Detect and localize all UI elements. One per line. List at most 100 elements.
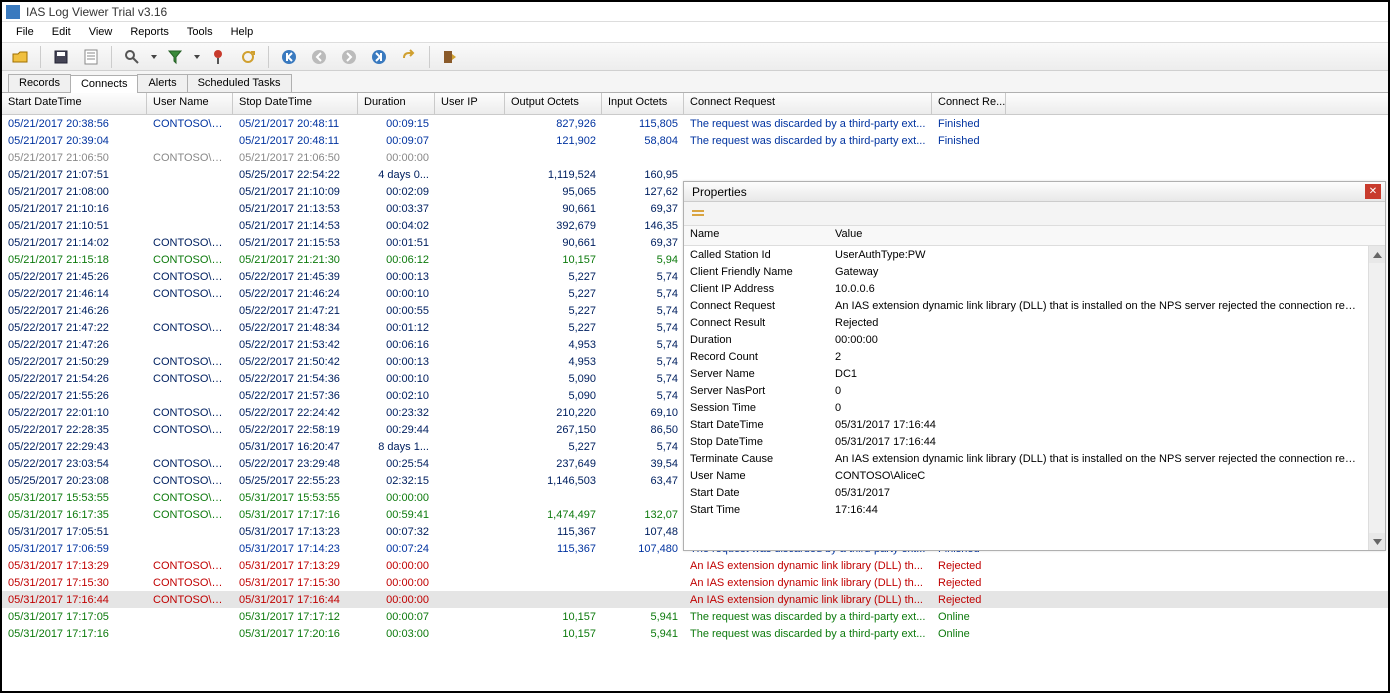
prop-col-name[interactable]: Name [684,226,829,245]
menu-tools[interactable]: Tools [179,24,221,40]
column-header[interactable]: Output Octets [505,93,602,114]
prop-col-value[interactable]: Value [829,226,1385,245]
table-row[interactable]: 05/21/2017 21:06:50CONTOSO\AliceC05/21/2… [2,149,1388,166]
filter-button[interactable] [163,45,187,69]
cell: 05/22/2017 21:54:36 [233,372,358,386]
cell: 5,74 [602,389,684,403]
cell: 05/22/2017 21:48:34 [233,321,358,335]
marker-button[interactable] [206,45,230,69]
cell: 05/21/2017 20:38:56 [2,117,147,131]
categorize-icon[interactable] [688,204,708,224]
cell: 05/22/2017 21:57:36 [233,389,358,403]
menu-reports[interactable]: Reports [122,24,177,40]
cell: 05/31/2017 17:17:05 [2,610,147,624]
scroll-down-icon[interactable] [1369,533,1385,550]
property-row[interactable]: Duration00:00:00 [684,331,1368,348]
tab-connects[interactable]: Connects [70,75,138,93]
titlebar: IAS Log Viewer Trial v3.16 [2,2,1388,22]
column-header[interactable]: User Name [147,93,233,114]
refresh-button[interactable] [236,45,260,69]
table-row[interactable]: 05/21/2017 20:38:56CONTOSO\AliceC05/21/2… [2,115,1388,132]
property-row[interactable]: Connect RequestAn IAS extension dynamic … [684,297,1368,314]
property-name: Session Time [684,401,829,415]
cell [147,310,233,312]
menu-edit[interactable]: Edit [44,24,79,40]
column-header[interactable]: User IP [435,93,505,114]
cell: CONTOSO\AliceC [147,508,233,522]
cell: 392,679 [505,219,602,233]
property-row[interactable]: Client IP Address10.0.0.6 [684,280,1368,297]
table-row[interactable]: 05/21/2017 20:39:0405/21/2017 20:48:1100… [2,132,1388,149]
table-row[interactable]: 05/31/2017 17:15:30CONTOSO\AliceC05/31/2… [2,574,1388,591]
column-header[interactable]: Start DateTime [2,93,147,114]
menu-help[interactable]: Help [223,24,262,40]
property-row[interactable]: Called Station IdUserAuthType:PW [684,246,1368,263]
scrollbar[interactable] [1368,246,1385,550]
properties-body[interactable]: Called Station IdUserAuthType:PWClient F… [684,246,1385,550]
table-row[interactable]: 05/31/2017 17:17:1605/31/2017 17:20:1600… [2,625,1388,642]
property-row[interactable]: Server NasPort0 [684,382,1368,399]
tab-scheduled-tasks[interactable]: Scheduled Tasks [187,74,292,92]
cell: 1,119,524 [505,168,602,182]
property-value: 05/31/2017 17:16:44 [829,435,1368,449]
cell: An IAS extension dynamic link library (D… [684,593,932,607]
property-row[interactable]: Start Date05/31/2017 [684,484,1368,501]
menu-file[interactable]: File [8,24,42,40]
property-row[interactable]: Session Time0 [684,399,1368,416]
menu-view[interactable]: View [81,24,121,40]
property-name: Server Name [684,367,829,381]
property-row[interactable]: Start Time17:16:44 [684,501,1368,518]
column-header[interactable]: Connect Request [684,93,932,114]
property-row[interactable]: Start DateTime05/31/2017 17:16:44 [684,416,1368,433]
exit-button[interactable] [438,45,462,69]
cell: 1,474,497 [505,508,602,522]
find-dropdown-icon[interactable] [151,55,157,59]
properties-titlebar[interactable]: Properties ✕ [684,182,1385,202]
property-row[interactable]: Server NameDC1 [684,365,1368,382]
cell: 210,220 [505,406,602,420]
column-header[interactable]: Duration [358,93,435,114]
save-button[interactable] [49,45,73,69]
filter-dropdown-icon[interactable] [194,55,200,59]
property-row[interactable]: Connect ResultRejected [684,314,1368,331]
cell: 115,805 [602,117,684,131]
cell: 5,941 [602,610,684,624]
find-button[interactable] [120,45,144,69]
redo-button[interactable] [397,45,421,69]
nav-next-button[interactable] [337,45,361,69]
table-row[interactable]: 05/31/2017 17:16:44CONTOSO\AliceC05/31/2… [2,591,1388,608]
table-row[interactable]: 05/31/2017 17:13:29CONTOSO\AliceC05/31/2… [2,557,1388,574]
property-row[interactable]: Client Friendly NameGateway [684,263,1368,280]
cell: 05/25/2017 20:23:08 [2,474,147,488]
cell: 00:00:00 [358,576,435,590]
tab-alerts[interactable]: Alerts [137,74,187,92]
cell: 00:09:07 [358,134,435,148]
cell [435,174,505,176]
nav-prev-button[interactable] [307,45,331,69]
report-button[interactable] [79,45,103,69]
cell [435,344,505,346]
property-row[interactable]: Record Count2 [684,348,1368,365]
cell [147,633,233,635]
property-row[interactable]: Terminate CauseAn IAS extension dynamic … [684,450,1368,467]
open-button[interactable] [8,45,32,69]
property-row[interactable]: User NameCONTOSO\AliceC [684,467,1368,484]
cell: 00:07:24 [358,542,435,556]
scroll-up-icon[interactable] [1369,246,1385,263]
nav-first-button[interactable] [277,45,301,69]
cell: 00:00:10 [358,372,435,386]
cell [435,140,505,142]
cell: CONTOSO\AliceC [147,491,233,505]
tab-records[interactable]: Records [8,74,71,92]
cell [435,429,505,431]
column-header[interactable]: Input Octets [602,93,684,114]
column-header[interactable]: Connect Re... [932,93,1006,114]
cell [435,412,505,414]
cell: 00:01:51 [358,236,435,250]
close-button[interactable]: ✕ [1365,184,1381,199]
property-row[interactable]: Stop DateTime05/31/2017 17:16:44 [684,433,1368,450]
table-row[interactable]: 05/31/2017 17:17:0505/31/2017 17:17:1200… [2,608,1388,625]
column-header[interactable]: Stop DateTime [233,93,358,114]
cell: 05/22/2017 22:58:19 [233,423,358,437]
nav-last-button[interactable] [367,45,391,69]
